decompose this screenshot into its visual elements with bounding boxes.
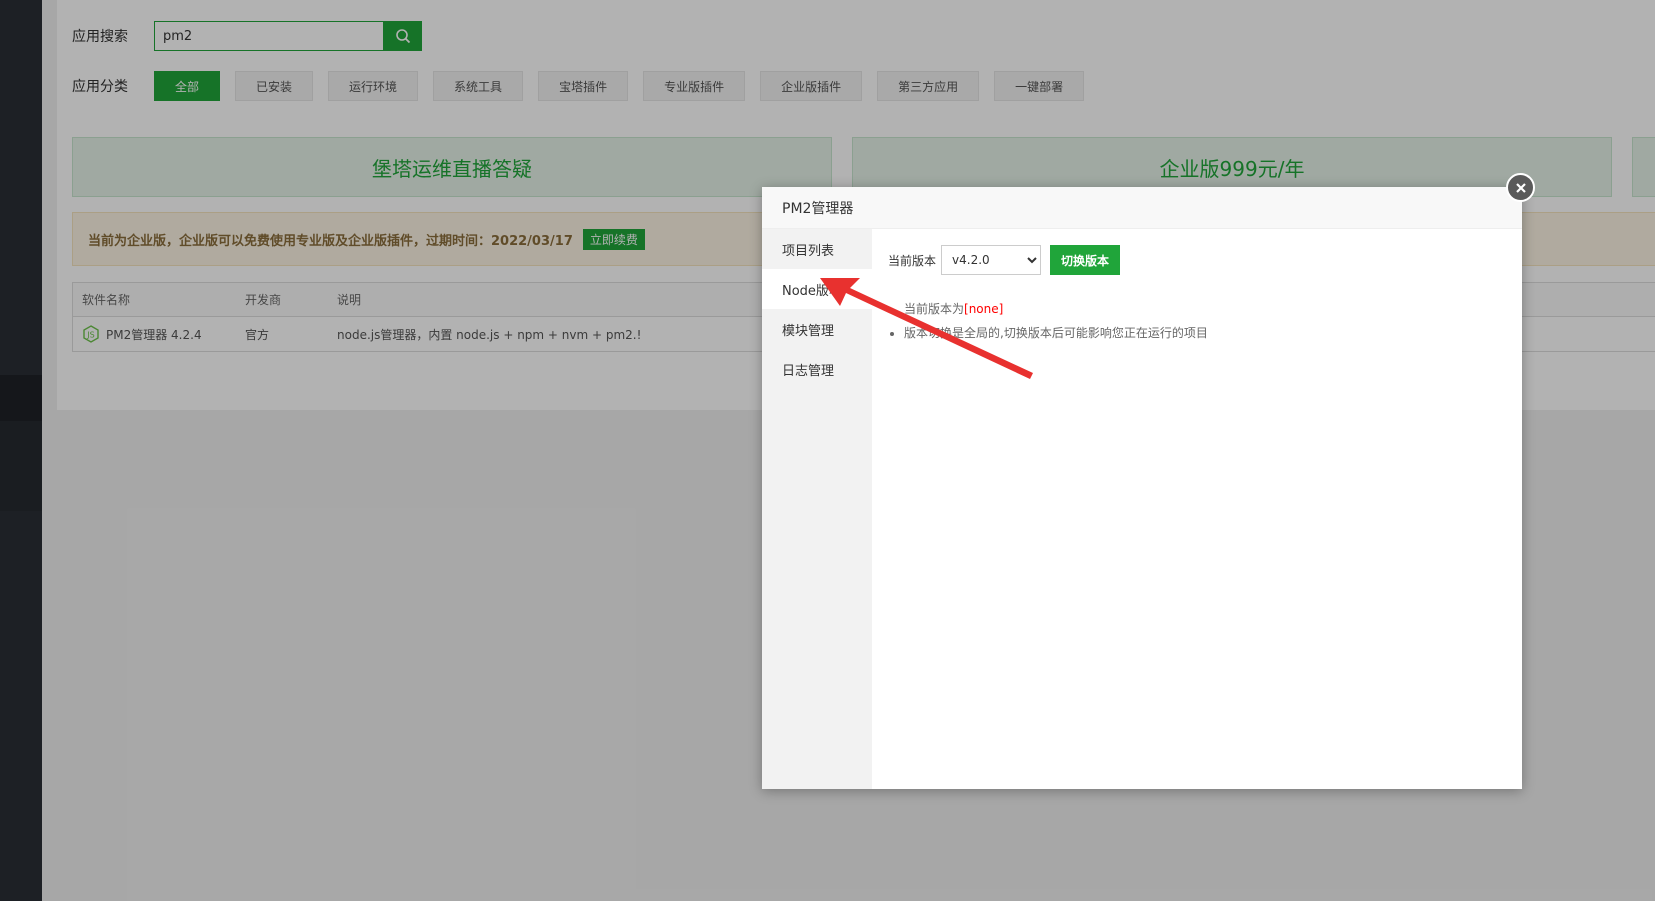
version-label: 当前版本 [888, 253, 937, 268]
dialog-header: PM2管理器 [762, 187, 1522, 229]
red-arrow-annotation [820, 278, 1033, 379]
close-button[interactable] [1506, 173, 1535, 202]
switch-version-button[interactable]: 切换版本 [1050, 245, 1121, 275]
close-icon [1515, 182, 1526, 193]
dialog-title: PM2管理器 [782, 200, 854, 217]
tab-project-list[interactable]: 项目列表 [762, 229, 872, 269]
